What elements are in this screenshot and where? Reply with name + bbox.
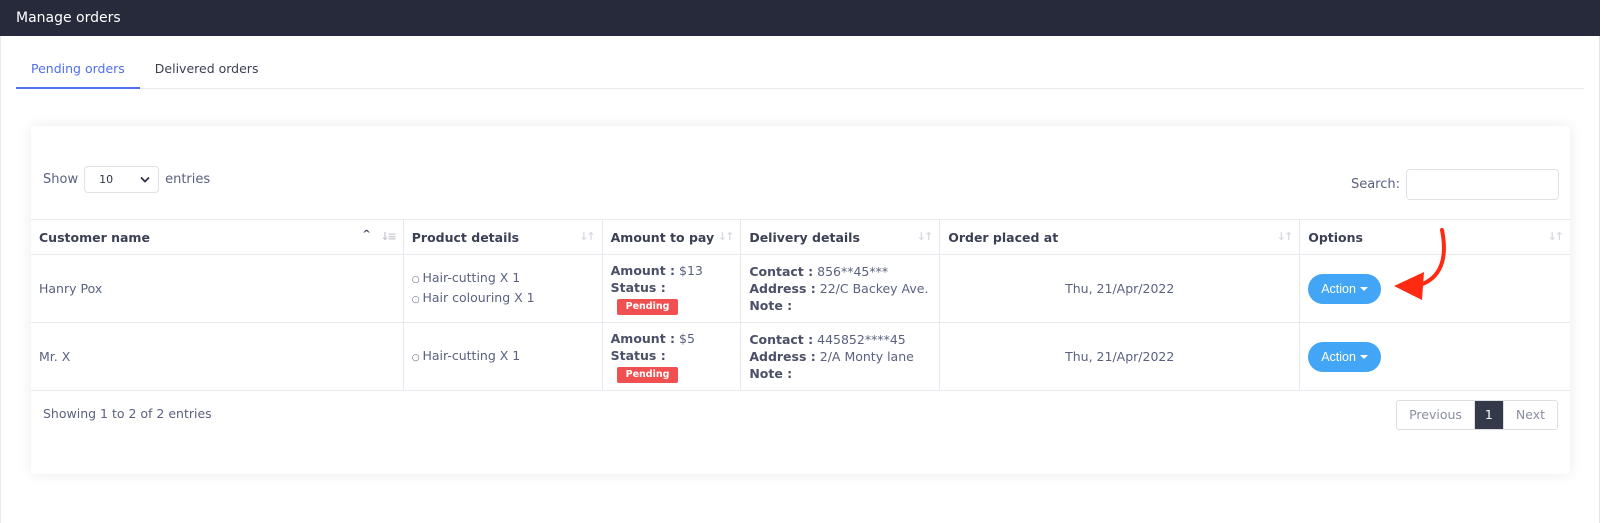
- entries-label: entries: [165, 172, 211, 187]
- amount-cell: Amount : $5 Status : Pending: [601, 322, 742, 391]
- amount-value: $5: [679, 331, 695, 346]
- show-label: Show: [43, 172, 79, 187]
- sort-ascending-icon: ^: [362, 229, 371, 240]
- address-label: Address :: [749, 281, 816, 296]
- customer-name-cell: Hanry Pox: [31, 254, 404, 323]
- options-cell: Action: [1299, 254, 1570, 323]
- pagination: Previous 1 Next: [1396, 400, 1558, 430]
- caret-down-icon: [1359, 354, 1368, 359]
- search-label: Search:: [1350, 177, 1400, 192]
- amount-value: $13: [679, 263, 703, 278]
- note-label: Note :: [749, 366, 793, 381]
- sort-icon: ↓↑: [1276, 230, 1294, 243]
- delivery-details-cell: Contact : 856**45*** Address : 22/C Back…: [740, 254, 941, 323]
- address-value: 22/C Backey Ave.: [819, 281, 929, 296]
- column-header-amount-to-pay[interactable]: Amount to pay ↓↑: [602, 219, 742, 255]
- options-cell: Action: [1299, 322, 1570, 391]
- column-header-delivery-details[interactable]: Delivery details ↓↑: [740, 219, 941, 255]
- table-info: Showing 1 to 2 of 2 entries: [43, 406, 212, 421]
- orders-card: Show 10 entries Search: Customer name ^ …: [31, 126, 1570, 474]
- status-badge: Pending: [616, 299, 679, 315]
- contact-value: 445852****45: [817, 332, 906, 347]
- amount-label: Amount :: [610, 263, 676, 278]
- page-size-value: 10: [99, 173, 114, 186]
- sort-icon: ↓↑: [1547, 230, 1565, 243]
- amount-cell: Amount : $13 Status : Pending: [601, 254, 742, 323]
- column-header-product-details[interactable]: Product details ↓↑: [403, 219, 603, 255]
- tab-pending-orders[interactable]: Pending orders: [16, 52, 140, 89]
- status-badge: Pending: [616, 367, 679, 383]
- product-details-cell: Hair-cutting X 1: [402, 322, 603, 391]
- sort-icon: ↓≡: [380, 230, 397, 243]
- sort-icon: ↓↑: [717, 230, 735, 243]
- orders-table: Customer name ^ ↓≡ Product details ↓↑ Am…: [31, 219, 1570, 391]
- address-label: Address :: [749, 349, 816, 364]
- page-size-select[interactable]: 10: [84, 166, 160, 193]
- page-title: Manage orders: [16, 10, 121, 26]
- chevron-down-icon: [140, 176, 150, 183]
- column-header-customer-name[interactable]: Customer name ^ ↓≡: [31, 219, 404, 255]
- page-1-button[interactable]: 1: [1473, 401, 1503, 429]
- contact-label: Contact :: [749, 264, 814, 279]
- address-value: 2/A Monty lane: [819, 349, 914, 364]
- product-item: Hair-cutting X 1: [412, 269, 594, 289]
- column-header-order-placed-at[interactable]: Order placed at ↓↑: [939, 219, 1301, 255]
- action-dropdown-button[interactable]: Action: [1308, 273, 1381, 304]
- delivery-details-cell: Contact : 445852****45 Address : 2/A Mon…: [740, 322, 941, 391]
- table-header-row: Customer name ^ ↓≡ Product details ↓↑ Am…: [31, 219, 1570, 255]
- search-control: Search:: [1351, 169, 1559, 200]
- page-size-control: Show 10 entries: [43, 166, 210, 193]
- product-item: Hair colouring X 1: [412, 289, 594, 309]
- order-placed-cell: Thu, 21/Apr/2022: [939, 254, 1301, 323]
- tab-delivered-orders[interactable]: Delivered orders: [140, 52, 274, 89]
- contact-value: 856**45***: [817, 264, 889, 279]
- column-header-options[interactable]: Options ↓↑: [1299, 219, 1570, 255]
- amount-label: Amount :: [610, 331, 676, 346]
- customer-name-cell: Mr. X: [31, 322, 404, 391]
- contact-label: Contact :: [749, 332, 814, 347]
- status-label: Status :: [610, 280, 666, 295]
- sort-icon: ↓↑: [579, 230, 596, 243]
- action-dropdown-button[interactable]: Action: [1308, 341, 1381, 372]
- caret-down-icon: [1359, 286, 1368, 291]
- note-label: Note :: [749, 298, 793, 313]
- table-row: Hanry Pox Hair-cutting X 1 Hair colourin…: [31, 254, 1570, 323]
- search-input[interactable]: [1406, 169, 1559, 200]
- next-page-button[interactable]: Next: [1502, 401, 1557, 429]
- page-header: Manage orders: [0, 0, 1600, 36]
- order-placed-cell: Thu, 21/Apr/2022: [939, 322, 1301, 391]
- sort-icon: ↓↑: [916, 230, 934, 243]
- order-tabs: Pending orders Delivered orders: [16, 52, 1584, 89]
- status-label: Status :: [610, 348, 666, 363]
- product-item: Hair-cutting X 1: [412, 347, 594, 367]
- product-details-cell: Hair-cutting X 1 Hair colouring X 1: [402, 254, 603, 323]
- table-row: Mr. X Hair-cutting X 1 Amount : $5 Statu…: [31, 322, 1570, 391]
- previous-page-button[interactable]: Previous: [1397, 401, 1474, 429]
